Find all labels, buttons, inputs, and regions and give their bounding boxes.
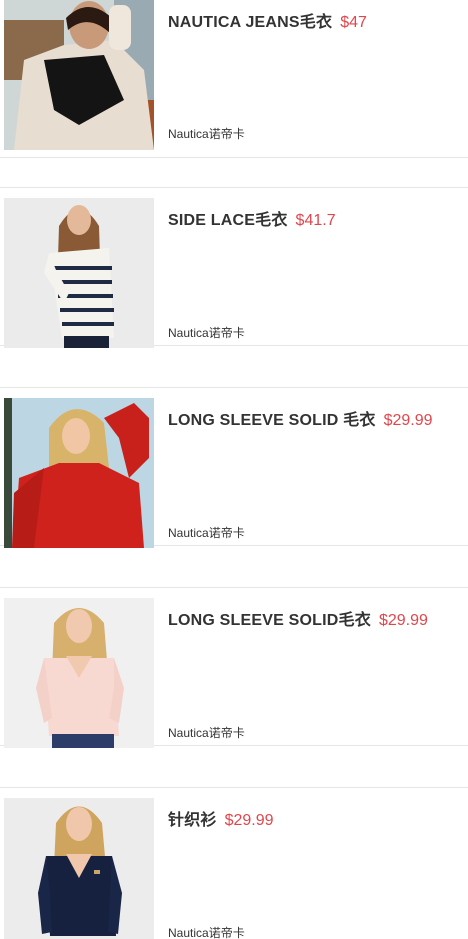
product-image[interactable] xyxy=(4,798,154,939)
product-card[interactable]: LONG SLEEVE SOLID 毛衣 $29.99 Nautica诺帝卡 xyxy=(0,388,468,548)
product-title[interactable]: SIDE LACE毛衣 xyxy=(168,212,288,229)
product-image[interactable] xyxy=(4,198,154,348)
product-card[interactable]: LONG SLEEVE SOLID毛衣 $29.99 Nautica诺帝卡 xyxy=(0,588,468,748)
card-separator xyxy=(0,358,468,388)
product-price: $29.99 xyxy=(378,612,428,629)
product-card[interactable]: SIDE LACE毛衣 $41.7 Nautica诺帝卡 xyxy=(0,188,468,348)
product-image[interactable] xyxy=(4,0,154,150)
product-brand: Nautica诺帝卡 xyxy=(168,926,245,939)
product-brand: Nautica诺帝卡 xyxy=(168,726,245,740)
product-title-row: LONG SLEEVE SOLID毛衣 $29.99 xyxy=(168,606,458,630)
product-brand: Nautica诺帝卡 xyxy=(168,127,245,141)
product-image[interactable] xyxy=(4,598,154,748)
card-separator xyxy=(0,558,468,588)
product-title[interactable]: 针织衫 xyxy=(168,812,217,829)
product-price: $47 xyxy=(340,14,367,31)
product-title-row: LONG SLEEVE SOLID 毛衣 $29.99 xyxy=(168,406,458,430)
product-image[interactable] xyxy=(4,398,154,548)
product-card[interactable]: NAUTICA JEANS毛衣 $47 Nautica诺帝卡 xyxy=(0,0,468,158)
product-title-row: NAUTICA JEANS毛衣 $47 xyxy=(168,8,458,32)
product-title[interactable]: LONG SLEEVE SOLID毛衣 xyxy=(168,612,371,629)
product-card[interactable]: 针织衫 $29.99 Nautica诺帝卡 xyxy=(0,788,468,939)
product-title[interactable]: NAUTICA JEANS毛衣 xyxy=(168,14,332,31)
card-separator xyxy=(0,758,468,788)
product-brand: Nautica诺帝卡 xyxy=(168,526,245,540)
product-title-row: 针织衫 $29.99 xyxy=(168,806,458,830)
product-price: $29.99 xyxy=(224,812,274,829)
product-price: $29.99 xyxy=(383,412,433,429)
product-brand: Nautica诺帝卡 xyxy=(168,326,245,340)
product-title[interactable]: LONG SLEEVE SOLID 毛衣 xyxy=(168,412,376,429)
product-price: $41.7 xyxy=(295,212,336,229)
card-separator xyxy=(0,158,468,188)
product-list: NAUTICA JEANS毛衣 $47 Nautica诺帝卡 SIDE LACE… xyxy=(0,0,468,939)
product-title-row: SIDE LACE毛衣 $41.7 xyxy=(168,206,458,230)
